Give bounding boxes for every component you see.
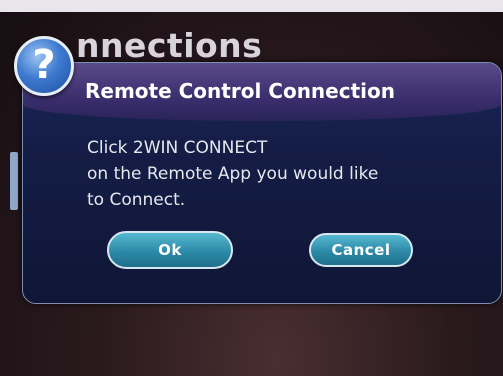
ok-button[interactable]: Ok [107, 231, 233, 269]
message-line-1: Click 2WIN CONNECT [87, 138, 268, 158]
message-line-3: to Connect. [87, 190, 186, 210]
dialog-title: Remote Control Connection [85, 79, 395, 103]
background-side-tab [10, 152, 18, 210]
cancel-button[interactable]: Cancel [309, 233, 413, 267]
message-line-2: on the Remote App you would like [87, 164, 379, 184]
tv-screen: nnections Remote Control Connection Clic… [0, 0, 503, 376]
dialog-message: Click 2WIN CONNECT on the Remote App you… [87, 135, 487, 213]
question-mark-icon: ? [14, 36, 74, 96]
top-border [0, 0, 503, 12]
background-screen-title: nnections [76, 26, 263, 65]
remote-connection-dialog: Remote Control Connection Click 2WIN CON… [22, 62, 502, 304]
